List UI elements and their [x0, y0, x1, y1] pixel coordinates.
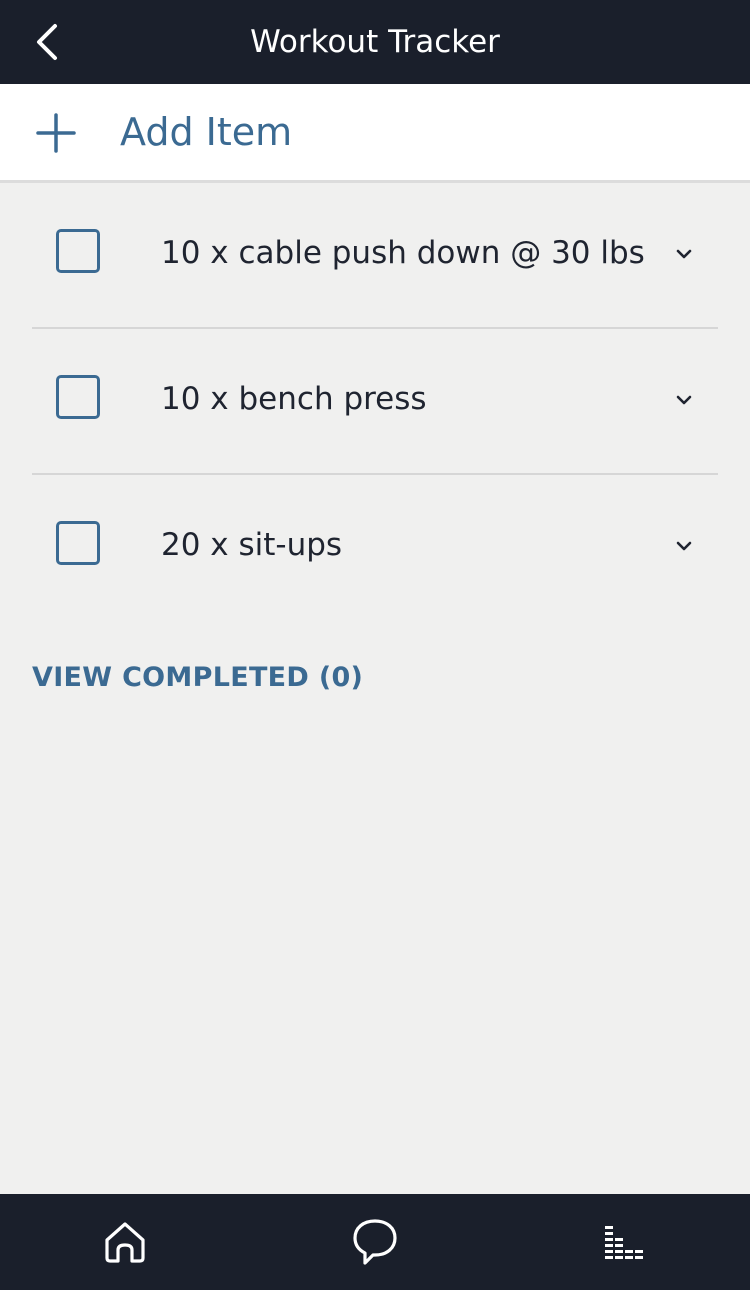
chevron-down-icon[interactable]: [674, 539, 694, 553]
nav-activity-button[interactable]: [595, 1212, 655, 1272]
item-label: 10 x cable push down @ 30 lbs: [161, 235, 645, 271]
bottom-nav: [0, 1194, 750, 1290]
plus-icon: [36, 113, 76, 153]
page-title: Workout Tracker: [250, 24, 500, 60]
list-item: 10 x cable push down @ 30 lbs: [32, 183, 718, 329]
chevron-down-icon[interactable]: [674, 393, 694, 407]
add-item-button[interactable]: Add Item: [0, 84, 750, 183]
item-label: 10 x bench press: [161, 381, 427, 417]
chevron-down-icon[interactable]: [674, 247, 694, 261]
home-icon: [105, 1222, 145, 1263]
chat-bubble-icon: [353, 1219, 397, 1265]
top-header: Workout Tracker: [0, 0, 750, 84]
add-item-label: Add Item: [120, 110, 293, 154]
app-screen: Workout Tracker Add Item 10 x cable push…: [0, 0, 750, 1290]
nav-communicate-button[interactable]: [345, 1212, 405, 1272]
activity-bars-icon: [605, 1226, 643, 1259]
item-checkbox[interactable]: [56, 375, 100, 419]
view-completed-link[interactable]: VIEW COMPLETED (0): [32, 662, 363, 693]
workout-list: 10 x cable push down @ 30 lbs 10 x bench…: [0, 183, 750, 619]
item-label: 20 x sit-ups: [161, 527, 343, 563]
item-checkbox[interactable]: [56, 521, 100, 565]
list-item: 20 x sit-ups: [32, 475, 718, 619]
nav-home-button[interactable]: [95, 1212, 155, 1272]
item-checkbox[interactable]: [56, 229, 100, 273]
list-item: 10 x bench press: [32, 329, 718, 475]
